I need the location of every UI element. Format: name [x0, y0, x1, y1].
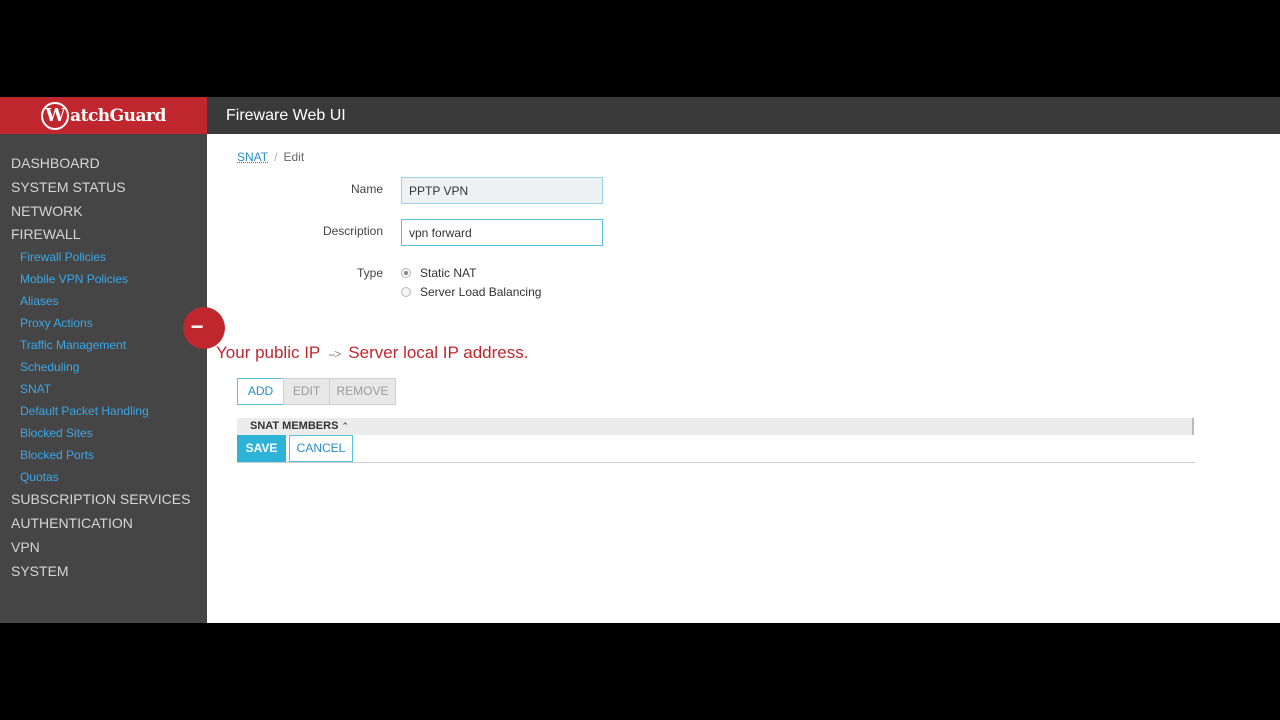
nav-traffic-management[interactable]: Traffic Management	[20, 338, 126, 352]
nav-default-packet-handling[interactable]: Default Packet Handling	[20, 404, 149, 418]
breadcrumb-current: Edit	[283, 150, 305, 164]
breadcrumb-separator: /	[274, 150, 278, 164]
name-label: Name	[350, 182, 383, 196]
nav-quotas[interactable]: Quotas	[20, 470, 59, 484]
radio-static-nat-label: Static NAT	[420, 266, 477, 280]
type-label: Type	[356, 266, 383, 280]
radio-server-load-balancing[interactable]	[401, 287, 411, 297]
logo-initial: W	[41, 101, 70, 130]
nav-authentication[interactable]: AUTHENTICATION	[11, 515, 133, 531]
type-option-static-nat[interactable]: Static NAT	[401, 266, 476, 280]
top-bar: Fireware Web UI	[207, 97, 1280, 134]
remove-button[interactable]: REMOVE	[329, 378, 396, 405]
name-input[interactable]	[401, 177, 603, 204]
nav-blocked-ports[interactable]: Blocked Ports	[20, 448, 94, 462]
members-table-divider	[237, 462, 1195, 463]
annotation-arrow: -->	[328, 347, 341, 361]
nav-subscription-services[interactable]: SUBSCRIPTION SERVICES	[11, 491, 190, 507]
description-label: Description	[322, 224, 383, 238]
annotation-public-ip: Your public IP	[216, 343, 321, 362]
nav-scheduling[interactable]: Scheduling	[20, 360, 79, 374]
nav-dashboard[interactable]: DASHBOARD	[11, 155, 100, 171]
annotation-overlay: Your public IP --> Server local IP address…	[216, 343, 528, 363]
breadcrumb: SNAT / Edit	[237, 150, 304, 164]
sidebar: DASHBOARD SYSTEM STATUS NETWORK FIREWALL…	[0, 134, 207, 623]
main-content: SNAT / Edit Name Description Type Static N…	[207, 134, 1280, 623]
nav-system-status[interactable]: SYSTEM STATUS	[11, 179, 126, 195]
nav-blocked-sites[interactable]: Blocked Sites	[20, 426, 93, 440]
type-option-server-load-balancing[interactable]: Server Load Balancing	[401, 285, 541, 299]
app-window: WatchGuard Fireware Web UI DASHBOARD SYS…	[0, 97, 1280, 623]
radio-static-nat[interactable]	[401, 268, 411, 278]
nav-network[interactable]: NETWORK	[11, 203, 83, 219]
nav-system[interactable]: SYSTEM	[11, 563, 69, 579]
nav-snat[interactable]: SNAT	[20, 382, 51, 396]
edit-button[interactable]: EDIT	[283, 378, 330, 405]
save-button[interactable]: SAVE	[237, 435, 286, 462]
cancel-button[interactable]: CANCEL	[289, 435, 353, 462]
nav-proxy-actions[interactable]: Proxy Actions	[20, 316, 93, 330]
annotation-server-ip: Server local IP address.	[348, 343, 529, 362]
nav-firewall-policies[interactable]: Firewall Policies	[20, 250, 106, 264]
nav-firewall[interactable]: FIREWALL	[11, 226, 81, 242]
nav-aliases[interactable]: Aliases	[20, 294, 59, 308]
breadcrumb-snat-link[interactable]: SNAT	[237, 150, 268, 164]
snat-members-header[interactable]: SNAT MEMBERS ⌃	[237, 418, 1194, 435]
nav-mobile-vpn-policies[interactable]: Mobile VPN Policies	[20, 272, 128, 286]
add-button[interactable]: ADD	[237, 378, 284, 405]
logo-area: WatchGuard	[0, 97, 207, 134]
snat-members-title: SNAT MEMBERS	[250, 420, 339, 432]
watchguard-logo: WatchGuard	[41, 101, 166, 130]
sort-asc-icon: ⌃	[341, 421, 349, 431]
logo-text: atchGuard	[70, 105, 166, 126]
app-title: Fireware Web UI	[226, 107, 346, 124]
description-input[interactable]	[401, 219, 603, 246]
nav-vpn[interactable]: VPN	[11, 539, 40, 555]
radio-server-load-balancing-label: Server Load Balancing	[420, 285, 542, 299]
